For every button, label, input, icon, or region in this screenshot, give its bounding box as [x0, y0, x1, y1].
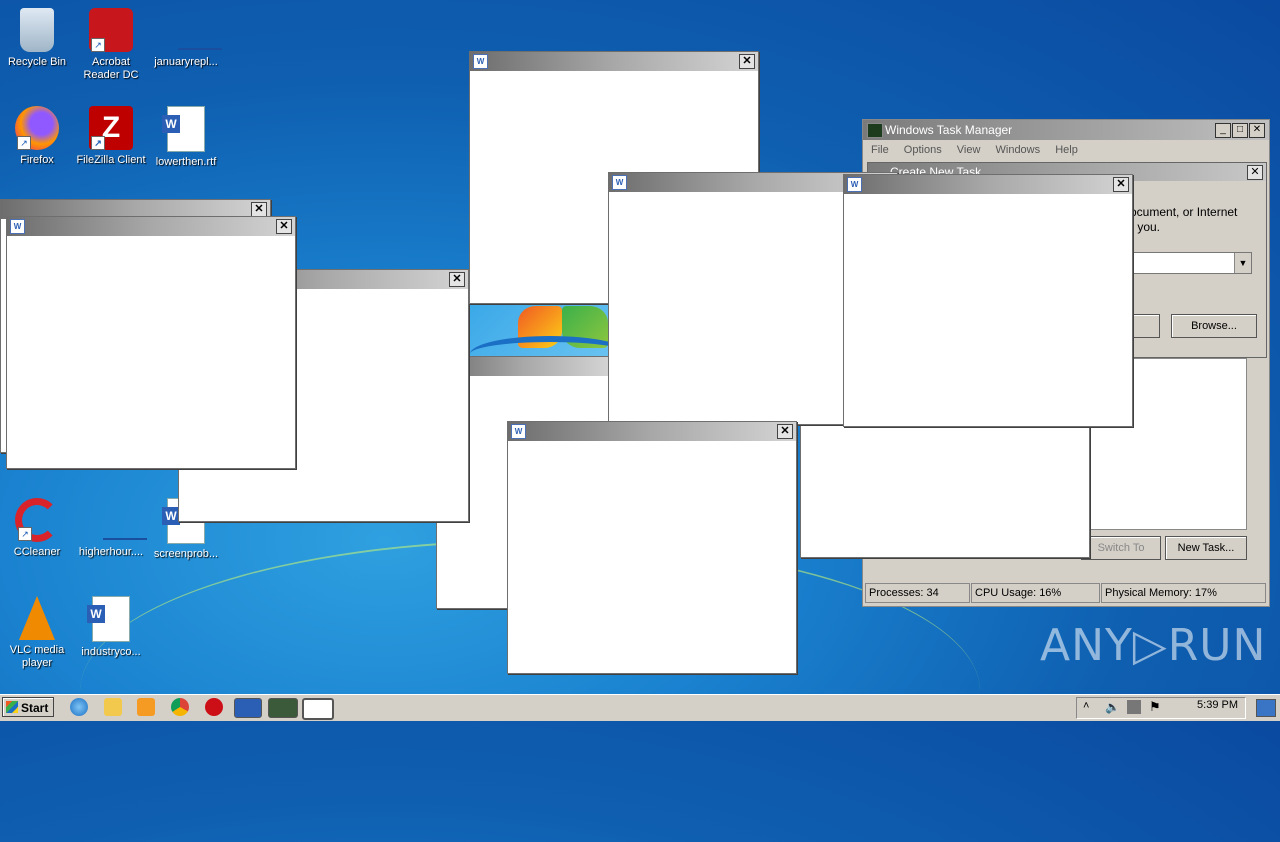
desktop-icon-industryco[interactable]: W industryco... [74, 596, 148, 659]
tray-chevron-up-icon[interactable]: ˄ [1083, 700, 1089, 712]
menu-options[interactable]: Options [904, 144, 942, 156]
word-icon: W [10, 219, 25, 234]
desktop-icon-label: Recycle Bin [7, 56, 67, 68]
anyrun-watermark: ANY▷RUN [1040, 620, 1267, 671]
volume-icon[interactable]: 🔈 [1105, 700, 1120, 714]
desktop-icon-lowerthen[interactable]: W lowerthen.rtf [149, 106, 223, 169]
desktop-icon-label: lowerthen.rtf [155, 156, 217, 168]
maximize-button[interactable]: □ [1232, 123, 1248, 138]
show-desktop-button[interactable] [1256, 699, 1276, 717]
acrobat-icon: ↗ [89, 8, 133, 52]
close-button[interactable]: ✕ [1247, 165, 1263, 180]
recycle-bin-icon [20, 8, 54, 52]
ccleaner-icon: ↗ [15, 498, 59, 542]
taskbar: Start ˄ 🔈 ⚑ 5:39 PM [0, 694, 1280, 721]
internet-explorer-icon[interactable] [70, 698, 88, 716]
menu-file[interactable]: File [871, 144, 889, 156]
close-icon[interactable]: ✕ [449, 272, 465, 287]
new-task-button[interactable]: New Task... [1165, 536, 1247, 560]
desktop-icon-vlc[interactable]: VLC media player [0, 596, 74, 670]
word-icon: W [612, 175, 627, 190]
task-manager-icon [867, 123, 883, 138]
active-window-taskbar-icon[interactable] [302, 698, 334, 720]
vlc-icon [19, 596, 55, 640]
folder-icon[interactable] [104, 698, 122, 716]
close-icon[interactable]: ✕ [739, 54, 755, 69]
empty-dialog[interactable]: W ✕ [843, 174, 1133, 427]
desktop-icon-acrobat[interactable]: ↗ Acrobat Reader DC [74, 8, 148, 82]
dialog-description: ocument, or Internet r you. [1130, 205, 1237, 235]
wallpaper-windows-logo [470, 302, 608, 356]
chevron-down-icon[interactable]: ▼ [1234, 253, 1251, 273]
word-document-icon: W [87, 596, 130, 642]
close-icon[interactable]: ✕ [1113, 177, 1129, 192]
ok-button[interactable] [1130, 314, 1160, 338]
switch-to-button[interactable]: Switch To [1081, 536, 1161, 560]
start-button[interactable]: Start [2, 697, 54, 717]
word-taskbar-icon[interactable] [234, 698, 262, 718]
media-player-icon[interactable] [137, 698, 155, 716]
dialog-text-line: ocument, or Internet [1130, 205, 1238, 219]
close-button[interactable]: ✕ [1249, 123, 1265, 138]
open-combobox[interactable]: ▼ [1130, 252, 1252, 274]
file-icon [89, 498, 147, 542]
word-icon: W [847, 177, 862, 192]
desktop-icon-higherhour[interactable]: higherhour.... [74, 498, 148, 559]
filezilla-icon: Z ↗ [89, 106, 133, 150]
empty-dialog[interactable]: W ✕ [507, 421, 797, 674]
menu-windows[interactable]: Windows [996, 144, 1041, 156]
task-manager-taskbar-icon[interactable] [268, 698, 298, 718]
status-processes: Processes: 34 [865, 583, 970, 603]
desktop-icon-label: industryco... [81, 646, 141, 658]
browse-button[interactable]: Browse... [1171, 314, 1257, 338]
desktop-icon-label: VLC media player [9, 644, 65, 669]
word-icon: W [511, 424, 526, 439]
menu-view[interactable]: View [957, 144, 981, 156]
desktop-icon-label: Firefox [20, 154, 54, 166]
desktop-icon-recycle-bin[interactable]: Recycle Bin [0, 8, 74, 69]
dialog-text-line: r you. [1130, 220, 1161, 234]
close-icon[interactable]: ✕ [777, 424, 793, 439]
chrome-icon[interactable] [171, 698, 189, 716]
task-manager-title: Windows Task Manager [885, 123, 1013, 137]
opera-icon[interactable] [205, 698, 223, 716]
firefox-icon: ↗ [15, 106, 59, 150]
desktop-icon-label: januaryrepl... [154, 56, 218, 68]
file-icon [164, 8, 222, 52]
menu-help[interactable]: Help [1055, 144, 1078, 156]
task-manager-titlebar[interactable]: Windows Task Manager _ □ ✕ [863, 120, 1269, 140]
desktop-icon-label: screenprob... [153, 548, 219, 560]
desktop-icon-label: Acrobat Reader DC [83, 56, 139, 81]
clock[interactable]: 5:39 PM [1197, 699, 1238, 711]
desktop-icon-firefox[interactable]: ↗ Firefox [0, 106, 74, 167]
desktop-icon-label: FileZilla Client [76, 154, 146, 166]
desktop-icon-filezilla[interactable]: Z ↗ FileZilla Client [74, 106, 148, 167]
action-center-flag-icon[interactable]: ⚑ [1149, 699, 1161, 715]
word-document-icon: W [162, 106, 205, 152]
desktop-icon-label: higherhour.... [78, 546, 144, 558]
task-manager-menubar: File Options View Windows Help [863, 140, 1269, 160]
minimize-button[interactable]: _ [1215, 123, 1231, 138]
desktop-icon-label: CCleaner [13, 546, 61, 558]
start-label: Start [21, 701, 49, 715]
windows-logo-icon [6, 701, 18, 713]
close-icon[interactable]: ✕ [251, 202, 267, 217]
desktop-icon-ccleaner[interactable]: ↗ CCleaner [0, 498, 74, 559]
word-icon: W [473, 54, 488, 69]
status-cpu: CPU Usage: 16% [971, 583, 1100, 603]
close-icon[interactable]: ✕ [276, 219, 292, 234]
network-icon[interactable] [1127, 700, 1141, 714]
empty-dialog[interactable]: W ✕ [6, 216, 296, 469]
desktop-icon-januaryrepl[interactable]: januaryrepl... [149, 8, 223, 69]
status-memory: Physical Memory: 17% [1101, 583, 1266, 603]
